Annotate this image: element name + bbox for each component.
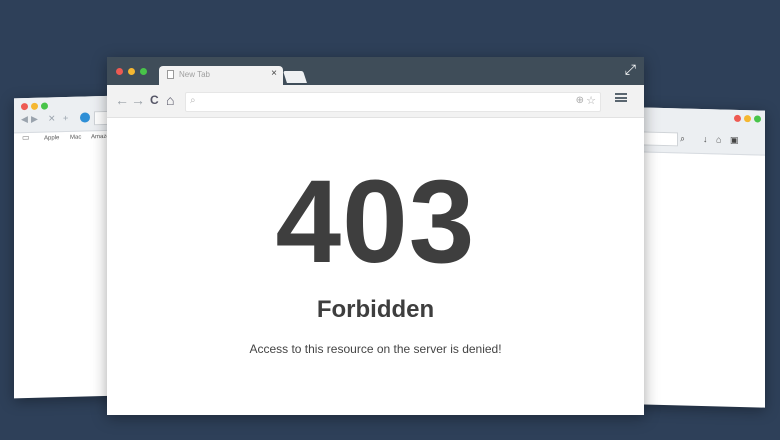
error-message: Access to this resource on the server is… <box>249 342 502 356</box>
tab-new-tab[interactable]: New Tab × <box>159 66 283 85</box>
close-dot[interactable] <box>734 114 741 123</box>
main-browser-window: New Tab × ⤢ ← → C ⌂ ⌕ ⊕ ☆ 403 Forbidden … <box>107 57 644 415</box>
minimize-dot[interactable] <box>744 115 751 123</box>
page-content: 403 Forbidden Access to this resource on… <box>107 118 644 415</box>
right-browser-window: ⌕ ↓ ⌂ ▣ <box>640 107 765 408</box>
reload-icon[interactable]: C <box>150 92 159 108</box>
page-icon <box>167 70 174 79</box>
globe-icon <box>80 112 90 123</box>
home-icon[interactable]: ⌂ <box>716 134 721 144</box>
search-icon[interactable]: ⌕ <box>680 133 685 143</box>
add-icon[interactable]: + <box>63 113 68 123</box>
left-browser-toolbar: ◀ ▶ ✕ + <box>14 95 120 134</box>
close-dot[interactable] <box>21 102 28 111</box>
minimize-dot[interactable] <box>31 102 38 110</box>
home-icon[interactable]: ⌂ <box>166 92 174 108</box>
bookmark-star-icon[interactable]: ☆ <box>586 94 596 107</box>
address-bar[interactable]: ⌕ ⊕ ☆ <box>185 92 601 112</box>
bookmark-apple[interactable]: Apple <box>44 135 59 141</box>
back-icon[interactable]: ← <box>115 92 129 108</box>
error-title: Forbidden <box>316 296 435 323</box>
tab-title: New Tab <box>179 70 210 79</box>
stop-icon[interactable]: ✕ <box>48 113 56 123</box>
zoom-dot[interactable] <box>754 115 761 123</box>
search-field[interactable] <box>640 131 678 147</box>
forward-icon[interactable]: → <box>131 92 145 108</box>
zoom-dot[interactable] <box>41 102 48 110</box>
error-code: 403 <box>275 156 476 288</box>
tab-close-icon[interactable]: × <box>271 68 277 79</box>
browser-toolbar: ← → C ⌂ ⌕ ⊕ ☆ <box>107 85 644 118</box>
menu-icon[interactable] <box>615 93 627 102</box>
fullscreen-icon[interactable]: ⤢ <box>625 62 636 76</box>
left-browser-window: ◀ ▶ ✕ + ▭ Apple Mac Amazo <box>14 95 120 399</box>
zoom-dot[interactable] <box>140 68 147 75</box>
forward-icon[interactable]: ▶ <box>31 114 38 124</box>
bookmarks-book-icon[interactable]: ▭ <box>22 133 30 142</box>
new-tab-button[interactable] <box>283 71 307 83</box>
sidebar-icon[interactable]: ▣ <box>730 135 739 145</box>
close-dot[interactable] <box>116 68 123 75</box>
title-bar: New Tab × ⤢ <box>107 57 644 85</box>
minimize-dot[interactable] <box>128 68 135 75</box>
back-icon[interactable]: ◀ <box>21 114 28 124</box>
zoom-icon[interactable]: ⊕ <box>576 95 584 106</box>
bookmark-mac[interactable]: Mac <box>70 135 81 141</box>
search-icon: ⌕ <box>190 95 196 106</box>
right-browser-toolbar: ⌕ ↓ ⌂ ▣ <box>640 107 765 156</box>
download-icon[interactable]: ↓ <box>703 134 708 144</box>
